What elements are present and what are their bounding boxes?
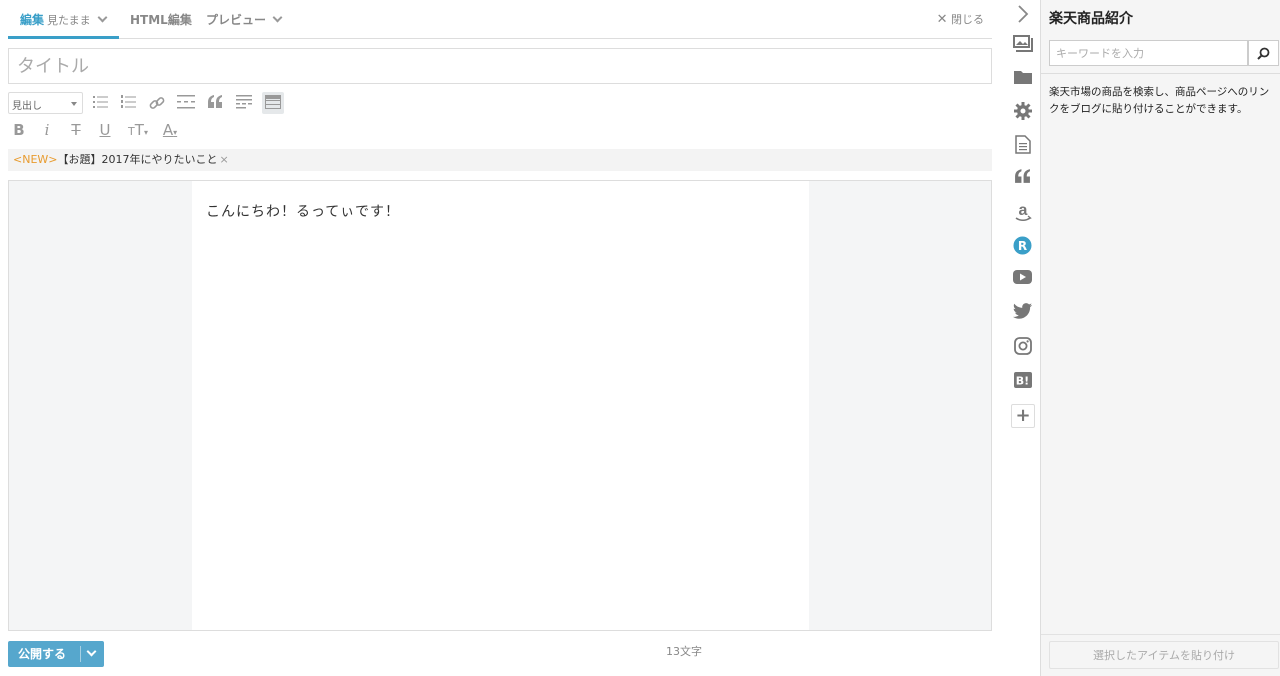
editor-pane: 編集見たまま HTML編集 プレビュー ✕ 閉じる 見出し [0,0,1000,676]
italic-button[interactable]: i [36,119,58,141]
amazon-button[interactable]: a [1010,199,1035,224]
bold-icon: B [13,121,25,139]
hatena-bookmark-button[interactable]: B! [1010,369,1035,394]
strikethrough-icon: T [71,121,81,139]
collapse-panel-button[interactable] [1010,2,1035,27]
search-button[interactable] [1248,40,1279,66]
font-size-button[interactable]: TT▾ [124,119,152,141]
rakuten-icon: R [1013,236,1032,255]
bold-button[interactable]: B [8,119,30,141]
collapse-icon [1017,5,1028,23]
quote-button[interactable] [1010,166,1035,191]
bullet-list-button[interactable] [90,92,112,114]
publish-button-group: 公開する [8,641,104,667]
horizontal-rule-icon [177,95,195,109]
bullet-list-icon [93,96,108,108]
underline-button[interactable]: U [94,119,116,141]
gear-icon [1013,102,1032,120]
horizontal-rule-button[interactable] [175,92,197,114]
table-button[interactable] [262,92,284,114]
publish-options-button[interactable] [81,641,104,667]
link-button[interactable] [146,92,168,114]
content-frame: こんにちわ！るってぃです！ [8,180,992,631]
tab-html-edit[interactable]: HTML編集 [130,0,192,39]
tab-preview-label: プレビュー [206,13,267,27]
panel-description: 楽天市場の商品を検索し、商品ページへのリンクをブログに貼り付けることができます。 [1049,86,1270,115]
panel-divider [1041,73,1280,74]
link-icon [149,97,165,109]
photo-button[interactable] [1010,32,1035,57]
font-size-icon: TT▾ [128,121,148,139]
panel-title: 楽天商品紹介 [1049,11,1133,27]
title-input[interactable] [8,48,992,84]
svg-text:a: a [1018,202,1027,219]
content-editable[interactable]: こんにちわ！るってぃです！ [192,181,809,630]
read-more-icon [236,95,252,109]
strikethrough-button[interactable]: T [65,119,87,141]
document-icon [1014,135,1031,154]
svg-text:R: R [1018,239,1027,253]
instagram-button[interactable] [1010,334,1035,359]
instagram-icon [1013,337,1032,355]
twitter-icon [1013,303,1032,319]
close-icon: ✕ [936,12,948,27]
search-icon [1257,47,1270,60]
amazon-icon: a [1015,202,1032,222]
close-label: 閉じる [951,13,984,26]
blockquote-button[interactable] [204,92,226,114]
svg-text:B!: B! [1015,375,1028,388]
toolbar-row-1: 見出し [8,92,308,114]
tab-edit[interactable]: 編集 見たまま [8,0,119,39]
plus-icon: + [1015,405,1031,426]
panel-footer-divider [1041,634,1280,635]
settings-button[interactable] [1010,99,1035,124]
chevron-down-icon [86,646,97,657]
numbered-list-button[interactable] [118,92,140,114]
tab-edit-label: 編集 [20,13,45,27]
youtube-icon [1013,270,1032,284]
photo-icon [1012,35,1033,52]
chevron-down-icon[interactable] [97,12,108,23]
paste-selected-button[interactable]: 選択したアイテムを貼り付け [1049,641,1279,669]
rakuten-panel: 楽天商品紹介 楽天市場の商品を検索し、商品ページへのリンクをブログに貼り付けるこ… [1040,0,1280,676]
rakuten-button[interactable]: R [1010,233,1035,258]
sidebar-icon-column: a R B! + [1005,0,1040,676]
youtube-button[interactable] [1010,267,1035,292]
folder-icon [1013,71,1032,84]
topic-tag-label[interactable]: 【お題】2017年にやりたいこと [58,153,218,166]
new-badge: <NEW> [13,153,58,166]
quote-icon [1015,169,1030,183]
hatena-bookmark-icon: B! [1013,372,1032,388]
add-service-button[interactable]: + [1011,404,1035,428]
toolbar-row-2: B i T U TT▾ A▾ [8,119,208,141]
topic-tag-bar: <NEW>【お題】2017年にやりたいこと × [8,149,992,171]
text-color-icon: A▾ [162,121,178,139]
twitter-button[interactable] [1010,300,1035,325]
editor-tabs: 編集 見たまま HTML編集 プレビュー ✕ 閉じる [8,0,992,39]
content-text: こんにちわ！るってぃです！ [206,204,401,220]
char-count: 13文字 [666,645,702,658]
chevron-down-icon [272,12,283,23]
underline-icon: U [99,121,111,139]
text-color-button[interactable]: A▾ [157,119,183,141]
publish-button[interactable]: 公開する [18,641,66,667]
numbered-list-icon [121,95,136,108]
italic-icon: i [44,121,50,139]
caret-down-icon [71,102,77,106]
document-button[interactable] [1010,132,1035,157]
quote-icon [208,95,222,108]
heading-select-value: 見出し [12,101,42,112]
tab-preview[interactable]: プレビュー [206,0,283,39]
table-icon [265,95,281,109]
tab-edit-mode: 見たまま [47,14,91,27]
read-more-button[interactable] [233,92,255,114]
close-button[interactable]: ✕ 閉じる [937,0,984,40]
folder-button[interactable] [1010,66,1035,91]
remove-tag-icon[interactable]: × [220,153,229,166]
heading-select[interactable]: 見出し [8,92,83,114]
keyword-search-input[interactable] [1049,40,1248,66]
